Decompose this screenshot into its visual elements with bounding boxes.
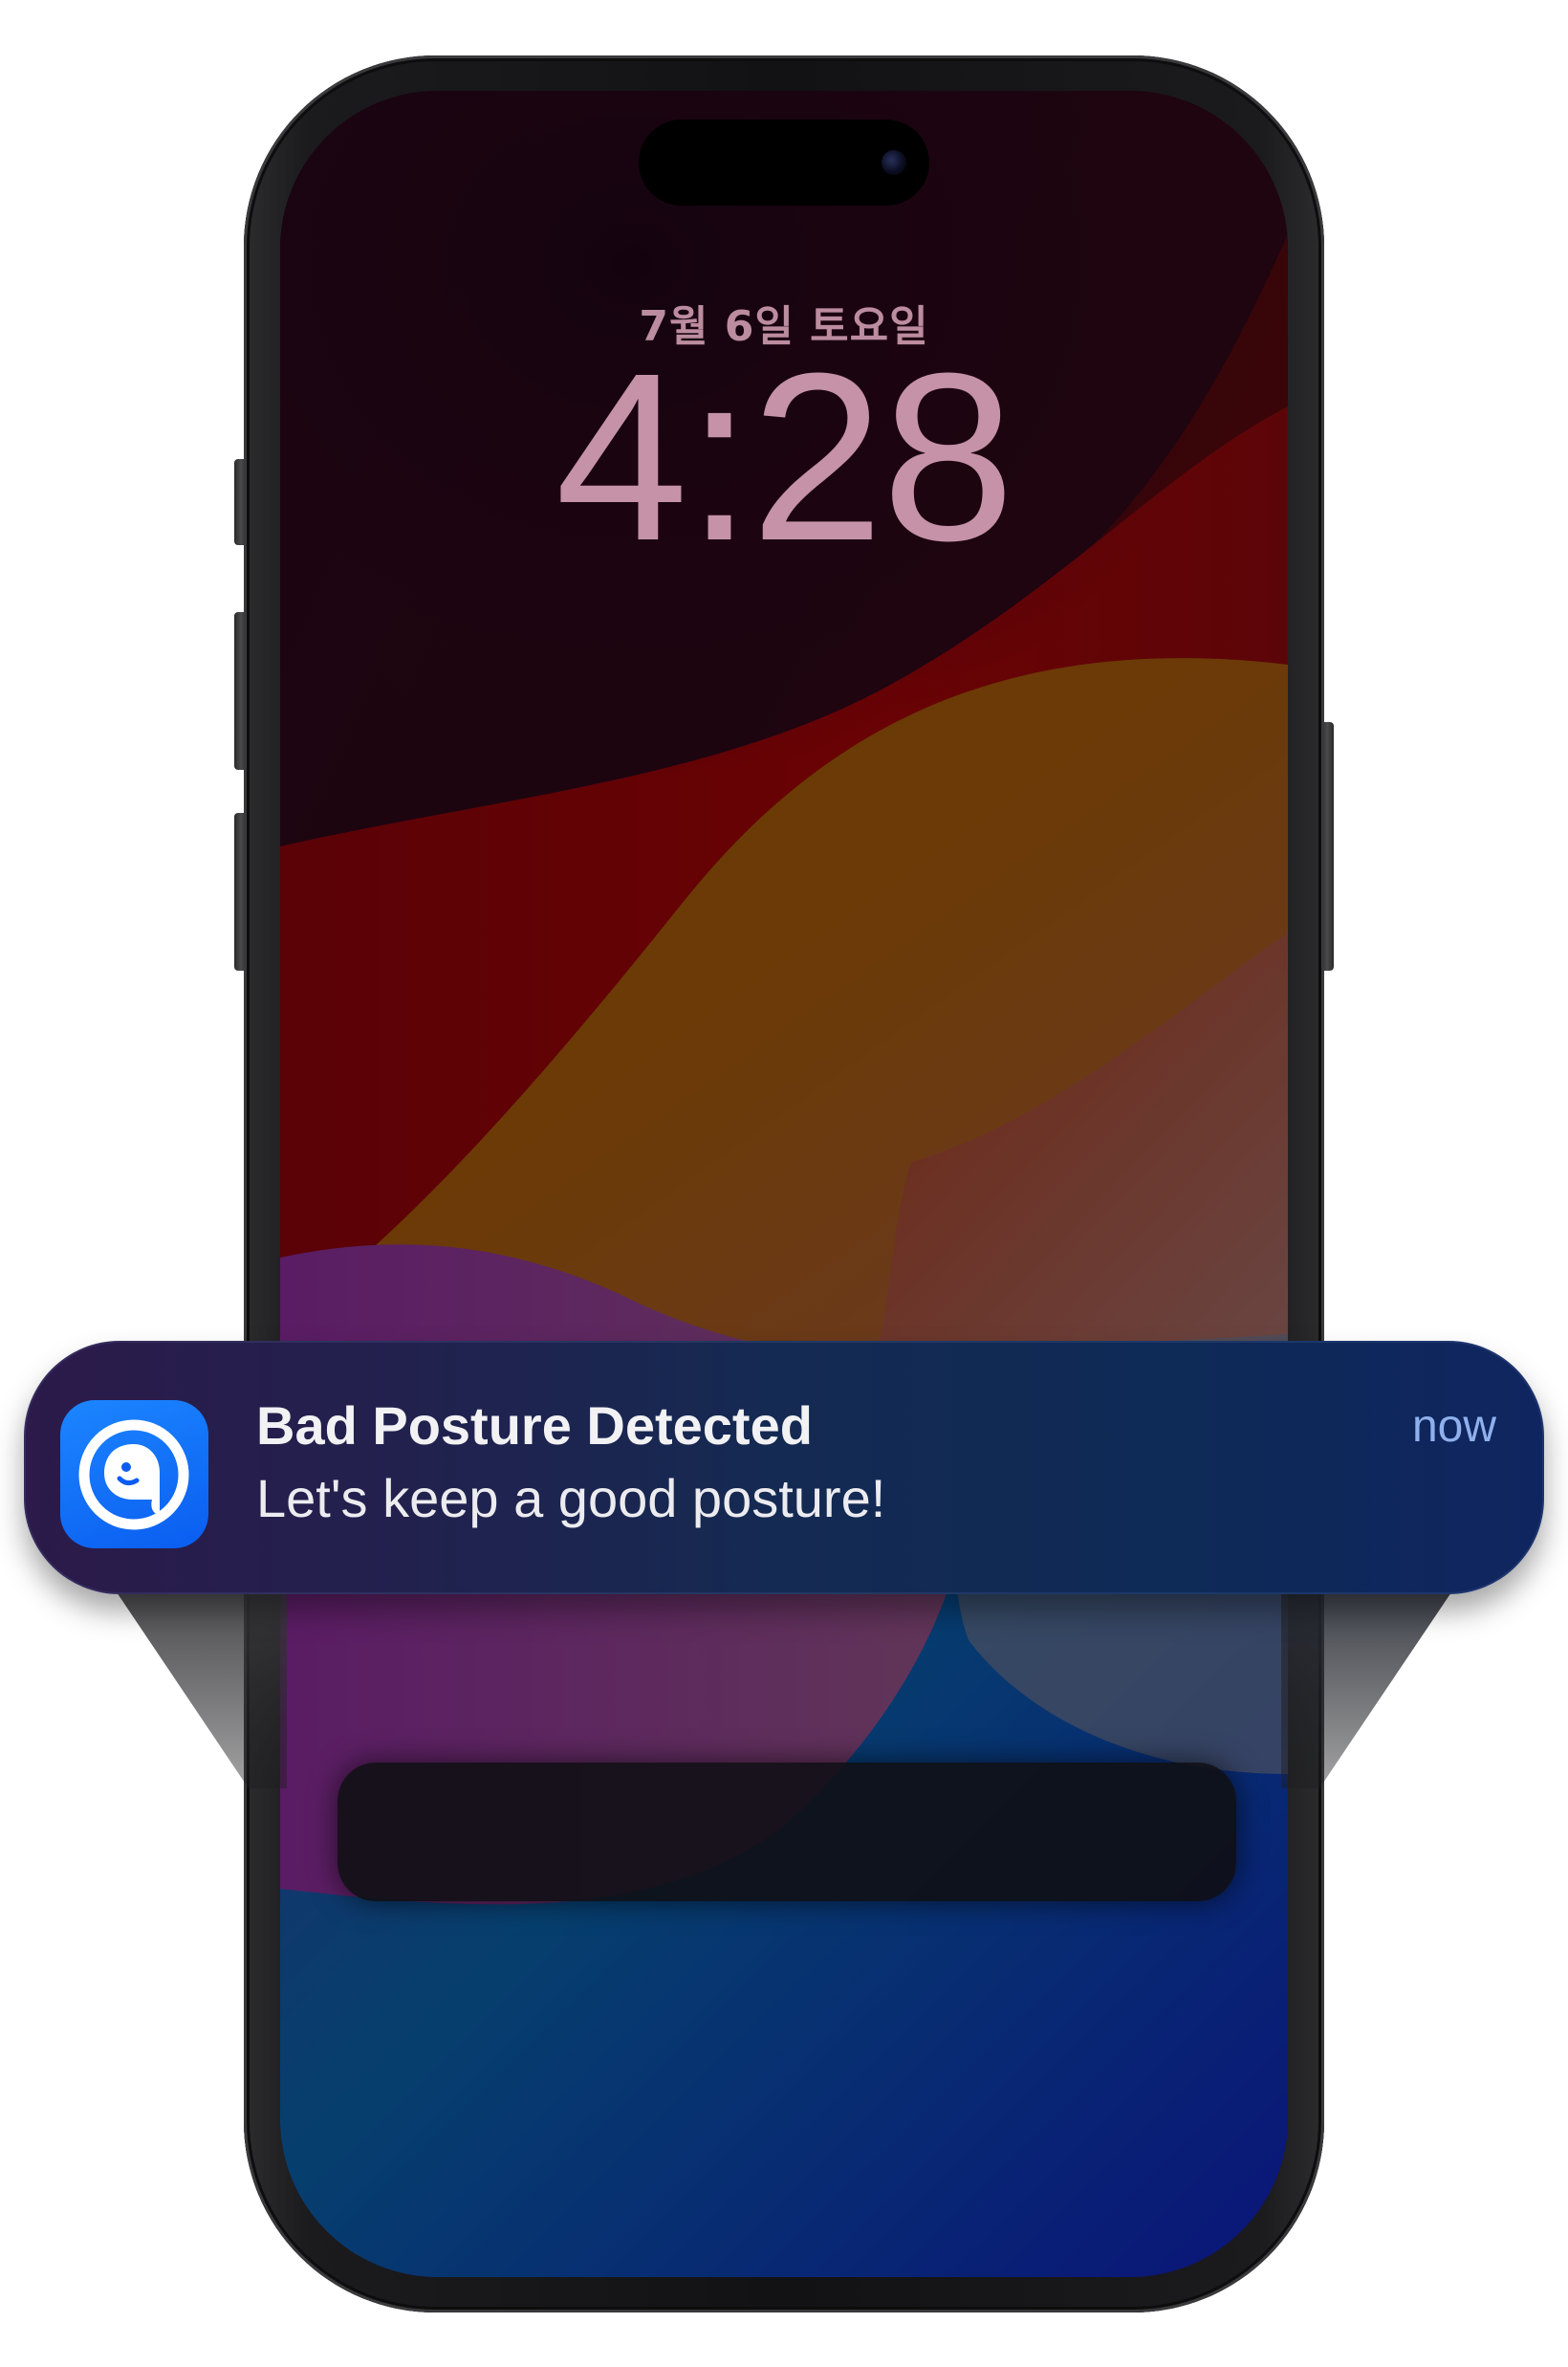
notification-title: Bad Posture Detected bbox=[256, 1395, 813, 1456]
lock-screen-time: 4:28 bbox=[555, 323, 1015, 590]
notification-timestamp: now bbox=[1411, 1401, 1496, 1452]
dynamic-island bbox=[639, 120, 929, 206]
lock-screen: 7월 6일 토요일 4:28 bbox=[280, 91, 1288, 2277]
push-notification[interactable]: Bad Posture Detected Let's keep a good p… bbox=[24, 1341, 1544, 1594]
notification-stack-card[interactable] bbox=[338, 1763, 1236, 1901]
smiley-face-icon bbox=[78, 1419, 189, 1530]
notification-body: Let's keep a good posture! bbox=[256, 1468, 886, 1528]
posture-app-icon bbox=[60, 1400, 208, 1548]
front-camera-icon bbox=[882, 150, 906, 175]
